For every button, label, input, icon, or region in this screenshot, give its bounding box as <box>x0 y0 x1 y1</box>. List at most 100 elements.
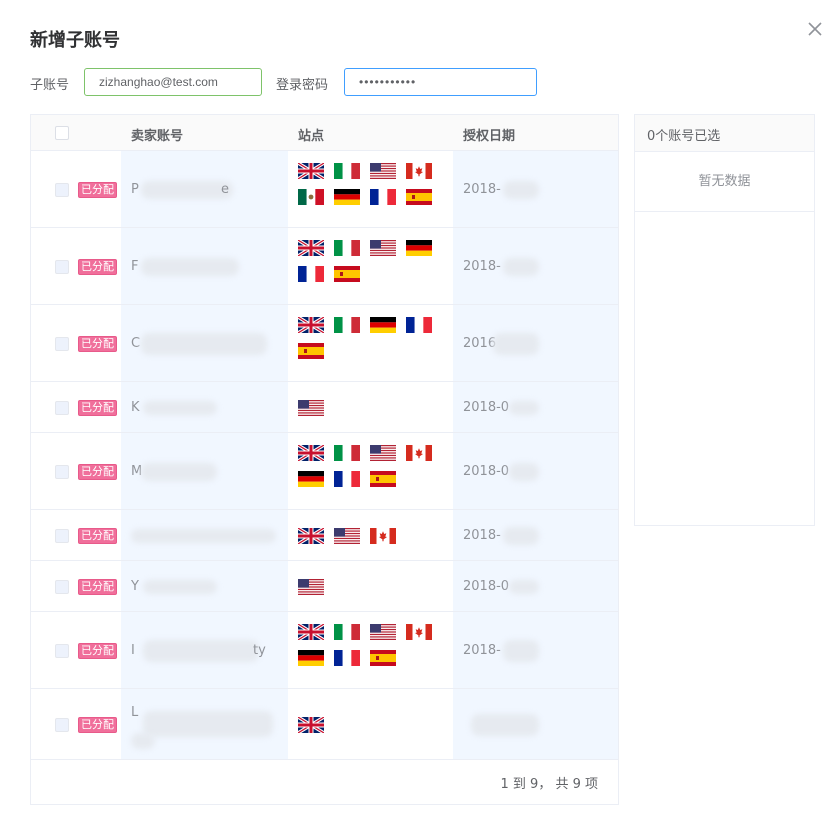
flag-uk-icon <box>298 317 324 333</box>
row-checkbox[interactable] <box>55 401 69 415</box>
password-input[interactable] <box>344 68 537 96</box>
redacted-date-blur <box>509 580 539 594</box>
row-checkbox[interactable] <box>55 644 69 658</box>
flag-de-icon <box>334 189 360 205</box>
table-row[interactable]: 已分配 F 2018- <box>31 228 618 305</box>
seller-account-table: 卖家账号 站点 授权日期 已分配 Pe 2018- 已分配 F 2018- 已分配 C 2016… <box>30 114 619 805</box>
flag-fr-icon <box>334 471 360 487</box>
table-row[interactable]: 已分配 Y 2018-0 <box>31 561 618 612</box>
assigned-tag: 已分配 <box>78 182 117 198</box>
flag-us-icon <box>370 445 396 461</box>
flag-ca-icon <box>406 445 432 461</box>
redacted-account-blur <box>143 580 217 594</box>
flag-us-icon <box>298 579 324 595</box>
select-all-checkbox[interactable] <box>55 126 69 140</box>
auth-date: 2018- <box>463 182 501 197</box>
table-row[interactable]: 已分配 2018- <box>31 510 618 561</box>
table-footer: 1 到 9， 共 9 项 <box>31 760 618 804</box>
redacted-account-blur <box>143 401 217 415</box>
close-icon[interactable] <box>805 19 825 39</box>
flag-us-icon <box>370 163 396 179</box>
flag-uk-icon <box>298 240 324 256</box>
flag-fr-icon <box>406 317 432 333</box>
flag-es-icon <box>370 471 396 487</box>
redacted-account-blur <box>131 733 155 749</box>
assigned-tag: 已分配 <box>78 259 117 275</box>
site-flags <box>298 240 448 292</box>
flag-us-icon <box>334 528 360 544</box>
flag-mx-icon <box>298 189 324 205</box>
table-row[interactable]: 已分配 Ity 2018- <box>31 612 618 689</box>
flag-de-icon <box>370 317 396 333</box>
table-row[interactable]: 已分配 C 2016 <box>31 305 618 382</box>
site-flags <box>298 445 448 497</box>
site-flags <box>298 400 448 426</box>
seller-account: I <box>131 643 135 658</box>
selected-panel-header: 0个账号已选 <box>635 115 814 152</box>
site-flags <box>298 717 448 743</box>
table-row[interactable]: 已分配 L <box>31 689 618 760</box>
row-checkbox[interactable] <box>55 260 69 274</box>
flag-uk-icon <box>298 445 324 461</box>
row-checkbox[interactable] <box>55 529 69 543</box>
row-checkbox[interactable] <box>55 183 69 197</box>
flag-es-icon <box>370 650 396 666</box>
flag-it-icon <box>334 317 360 333</box>
redacted-account-blur <box>141 333 267 355</box>
redacted-date-blur <box>503 181 539 199</box>
auth-date: 2018- <box>463 643 501 658</box>
redacted-account-blur <box>143 711 273 737</box>
flag-fr-icon <box>334 650 360 666</box>
seller-account: P <box>131 182 139 197</box>
flag-it-icon <box>334 624 360 640</box>
flag-es-icon <box>406 189 432 205</box>
header-account: 卖家账号 <box>131 129 184 144</box>
flag-it-icon <box>334 163 360 179</box>
selected-count: 0个账号已选 <box>647 129 721 144</box>
redacted-date-blur <box>503 527 539 545</box>
table-row[interactable]: 已分配 M 2018-0 <box>31 433 618 510</box>
table-row[interactable]: 已分配 Pe 2018- <box>31 151 618 228</box>
header-site: 站点 <box>298 129 325 144</box>
flag-it-icon <box>334 445 360 461</box>
dialog-title: 新增子账号 <box>30 30 120 51</box>
flag-de-icon <box>406 240 432 256</box>
selected-accounts-panel: 0个账号已选 暂无数据 <box>634 114 815 526</box>
auth-date: 2018- <box>463 528 501 543</box>
auth-date: 2016 <box>463 336 497 351</box>
flag-es-icon <box>298 343 324 359</box>
assigned-tag: 已分配 <box>78 528 117 544</box>
table-row[interactable]: 已分配 K 2018-0 <box>31 382 618 433</box>
row-checkbox[interactable] <box>55 580 69 594</box>
redacted-account-blur <box>141 258 239 276</box>
flag-ca-icon <box>370 528 396 544</box>
flag-us-icon <box>298 400 324 416</box>
flag-it-icon <box>334 240 360 256</box>
flag-uk-icon <box>298 717 324 733</box>
seller-account: F <box>131 259 139 274</box>
redacted-date-blur <box>503 640 539 662</box>
sub-account-input[interactable] <box>84 68 262 96</box>
assigned-tag: 已分配 <box>78 400 117 416</box>
redacted-date-blur <box>509 463 539 481</box>
sub-account-label: 子账号 <box>30 78 70 93</box>
auth-date: 2018-0 <box>463 400 510 415</box>
redacted-date-blur <box>503 258 539 276</box>
redacted-account-blur <box>141 181 233 199</box>
flag-ca-icon <box>406 624 432 640</box>
pagination-summary: 1 到 9， 共 9 项 <box>500 777 598 792</box>
redacted-account-blur <box>141 463 217 481</box>
header-auth-date: 授权日期 <box>463 129 516 144</box>
site-flags <box>298 579 448 605</box>
row-checkbox[interactable] <box>55 718 69 732</box>
flag-fr-icon <box>298 266 324 282</box>
site-flags <box>298 163 448 215</box>
row-checkbox[interactable] <box>55 337 69 351</box>
seller-account-tail: ty <box>253 643 266 658</box>
redacted-date-blur <box>471 714 539 736</box>
assigned-tag: 已分配 <box>78 717 117 733</box>
row-checkbox[interactable] <box>55 465 69 479</box>
flag-es-icon <box>334 266 360 282</box>
site-flags <box>298 624 448 676</box>
flag-us-icon <box>370 240 396 256</box>
